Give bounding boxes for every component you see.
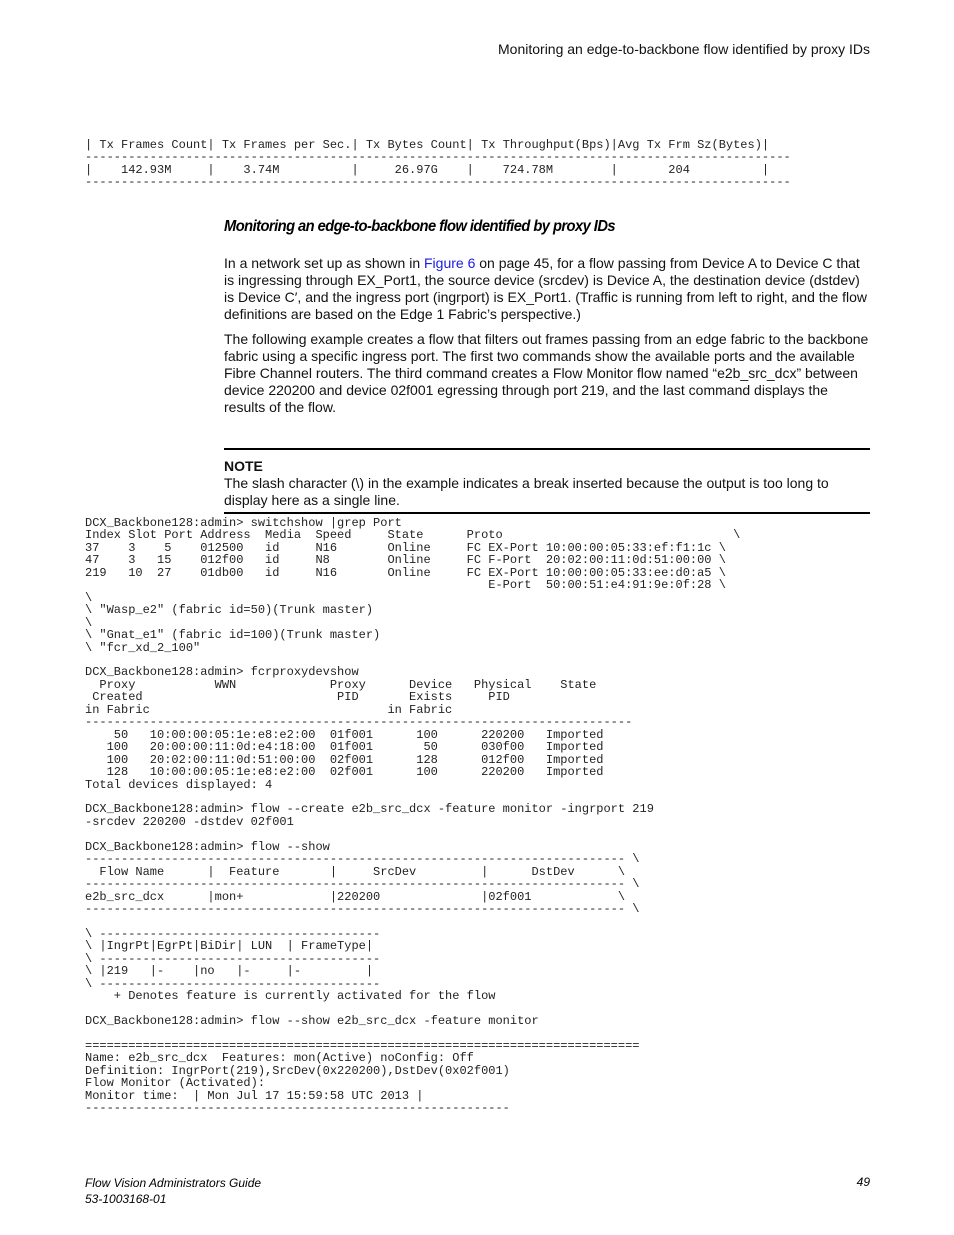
code-line: ----------------------------------------…	[85, 175, 791, 190]
stats-output-block: | Tx Frames Count| Tx Frames per Sec.| T…	[85, 139, 791, 189]
code-line: ----------------------------------------…	[85, 1101, 510, 1116]
code-line: + Denotes feature is currently activated…	[85, 989, 496, 1004]
paragraph-network-setup: In a network set up as shown in Figure 6…	[224, 255, 872, 323]
code-line: ----------------------------------------…	[85, 902, 640, 917]
footer-page-number: 49	[856, 1175, 870, 1189]
note-box: NOTE The slash character (\) in the exam…	[224, 448, 870, 514]
section-heading: Monitoring an edge-to-backbone flow iden…	[224, 218, 616, 235]
footer-doc-title: Flow Vision Administrators Guide	[85, 1176, 262, 1190]
paragraph-text: The following example creates a flow tha…	[224, 331, 869, 415]
figure-6-link[interactable]: Figure 6	[424, 255, 475, 271]
footer-doc-info: Flow Vision Administrators Guide 53-1003…	[85, 1175, 261, 1207]
code-line: -srcdev 220200 -dstdev 02f001	[85, 814, 294, 829]
code-line: Total devices displayed: 4	[85, 777, 273, 792]
code-line: \ "fcr_xd_2_100"	[85, 640, 201, 655]
code-line: E-Port 50:00:51:e4:91:9e:0f:28 \	[85, 578, 726, 593]
paragraph-text: In a network set up as shown in	[224, 255, 424, 271]
cli-output-block: DCX_Backbone128:admin> switchshow |grep …	[85, 517, 740, 1115]
running-header: Monitoring an edge-to-backbone flow iden…	[498, 41, 870, 57]
note-text: The slash character (\) in the example i…	[224, 475, 829, 508]
code-line: \ "Wasp_e2" (fabric id=50)(Trunk master)	[85, 603, 374, 618]
note-label: NOTE	[224, 458, 263, 474]
code-line: DCX_Backbone128:admin> flow --show e2b_s…	[85, 1014, 539, 1029]
paragraph-example-description: The following example creates a flow tha…	[224, 331, 872, 416]
footer-doc-number: 53-1003168-01	[85, 1192, 167, 1206]
